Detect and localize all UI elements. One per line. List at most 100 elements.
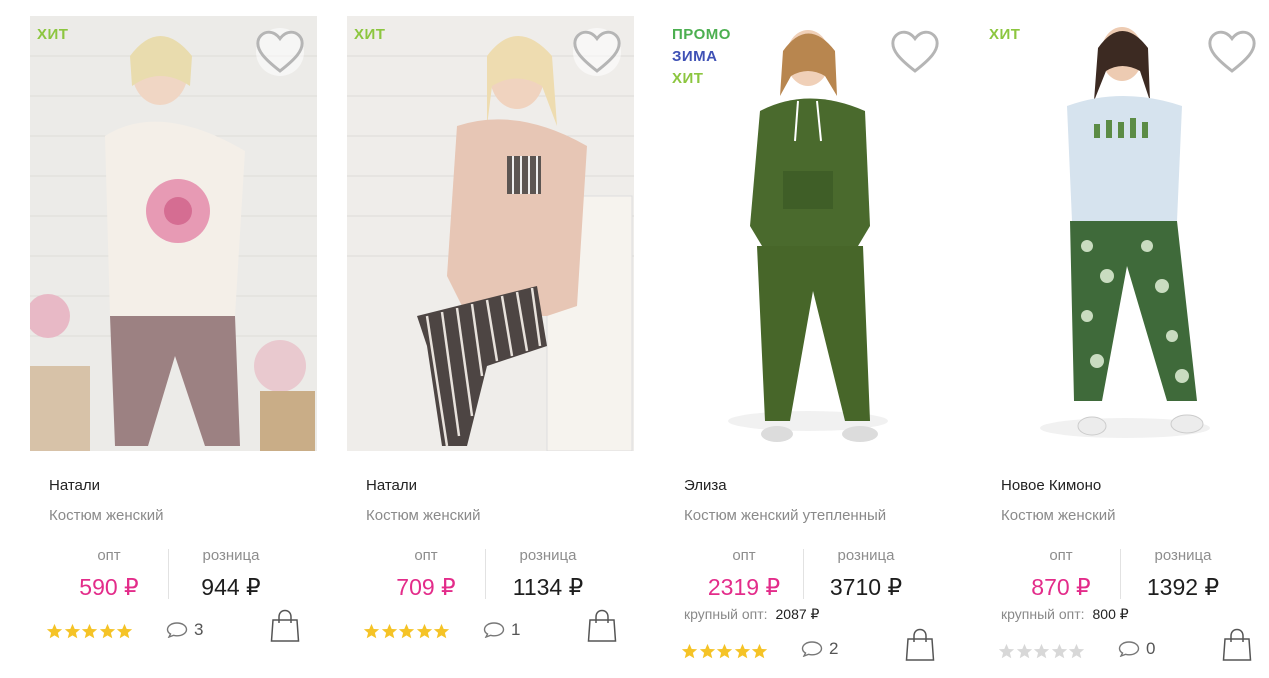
opt-price: 870 ₽ [1031, 574, 1091, 600]
retail-label: розница [837, 547, 895, 564]
opt-label: опт [732, 547, 756, 564]
product-photo[interactable]: ХИТ [30, 16, 317, 451]
product-name[interactable]: Натали [366, 477, 417, 494]
speech-bubble-icon [1118, 641, 1140, 657]
heart-icon [256, 30, 304, 73]
favorite-button[interactable] [573, 28, 621, 76]
star-icon [681, 643, 698, 659]
star-icon [1051, 643, 1067, 659]
bulk-price: 2087 ₽ [775, 606, 820, 622]
product-card[interactable]: ПРОМО ЗИМА ХИТ Элиза Костюм женский утепле… [649, 0, 967, 678]
badge-list: ХИТ [989, 24, 1020, 46]
star-icon [381, 623, 397, 639]
star-icon [734, 643, 750, 659]
price-block: опт 709 ₽ розница 1134 ₽ [366, 546, 636, 606]
badge-label: ХИТ [37, 26, 69, 43]
retail-price: 1392 ₽ [1146, 574, 1220, 600]
star-icon [699, 643, 715, 659]
star-icon [363, 623, 380, 639]
retail-price: 3710 ₽ [829, 574, 903, 600]
retail-price: 1134 ₽ [512, 574, 584, 600]
price-divider [485, 549, 486, 599]
star-icon [64, 623, 80, 639]
heart-icon [1208, 30, 1256, 73]
badge-list: ПРОМО ЗИМА ХИТ [672, 24, 731, 90]
product-photo[interactable]: ПРОМО ЗИМА ХИТ [665, 16, 952, 451]
comments-link[interactable]: 1 [483, 620, 520, 640]
comment-count: 3 [194, 620, 204, 639]
price-block: опт 2319 ₽ розница 3710 ₽ [684, 546, 954, 606]
comment-count: 1 [511, 620, 521, 639]
star-icon [416, 623, 432, 639]
retail-label: розница [202, 547, 260, 564]
price-divider [168, 549, 169, 599]
speech-bubble-icon [483, 622, 505, 638]
star-rating [46, 623, 134, 640]
price-divider [1120, 549, 1121, 599]
retail-price: 944 ₽ [201, 574, 261, 600]
badge-label: ПРОМО [672, 26, 731, 43]
product-name[interactable]: Новое Кимоно [1001, 477, 1101, 494]
opt-price: 2319 ₽ [707, 574, 781, 600]
comment-count: 0 [1146, 639, 1156, 658]
price-divider [803, 549, 804, 599]
badge-list: ХИТ [37, 24, 68, 46]
badge-label: ХИТ [354, 26, 386, 43]
retail-label: розница [1154, 547, 1212, 564]
product-photo[interactable]: ХИТ [347, 16, 634, 451]
bulk-price-row: крупный опт: 2087 ₽ [684, 606, 819, 623]
product-card[interactable]: ХИТ [14, 0, 332, 678]
favorite-button[interactable] [1208, 28, 1256, 76]
product-name[interactable]: Элиза [684, 477, 727, 494]
product-type: Костюм женский утепленный [684, 507, 887, 524]
product-grid: ХИТ Натали Костюм женский опт 590 ₽ розн… [0, 0, 1269, 678]
badge-list: ХИТ [354, 24, 385, 46]
heart-icon [891, 30, 939, 73]
shopping-bag-icon[interactable] [1222, 628, 1252, 662]
product-photo[interactable]: ХИТ [982, 16, 1269, 451]
comments-link[interactable]: 3 [166, 620, 203, 640]
bulk-price-row: крупный опт: 800 ₽ [1001, 606, 1129, 623]
star-icon [46, 623, 63, 639]
comments-link[interactable]: 2 [801, 639, 838, 659]
comment-count: 2 [829, 639, 839, 658]
star-rating [363, 623, 451, 640]
shopping-bag-icon[interactable] [270, 609, 300, 643]
favorite-button[interactable] [256, 28, 304, 76]
opt-price: 709 ₽ [396, 574, 456, 600]
bulk-price: 800 ₽ [1092, 606, 1129, 622]
star-icon [1016, 643, 1032, 659]
comments-link[interactable]: 0 [1118, 639, 1155, 659]
shopping-bag-icon[interactable] [587, 609, 617, 643]
product-card[interactable]: ХИТ [331, 0, 649, 678]
bulk-label: крупный опт: [684, 606, 768, 622]
star-icon [81, 623, 98, 639]
product-card[interactable]: ХИТ Новое Кимоно Костюм женский опт 870 … [966, 0, 1269, 678]
star-rating [681, 643, 769, 660]
product-type: Костюм женский [366, 507, 481, 524]
product-type: Костюм женский [1001, 507, 1116, 524]
opt-label: опт [414, 547, 438, 564]
product-name[interactable]: Натали [49, 477, 100, 494]
badge-label: ХИТ [989, 26, 1021, 43]
price-block: опт 870 ₽ розница 1392 ₽ [1001, 546, 1269, 606]
badge-label: ЗИМА [672, 48, 718, 65]
star-rating [998, 643, 1086, 660]
shopping-bag-icon[interactable] [905, 628, 935, 662]
favorite-button[interactable] [891, 28, 939, 76]
retail-label: розница [519, 547, 577, 564]
opt-label: опт [1049, 547, 1073, 564]
star-icon [751, 643, 768, 659]
star-icon [716, 643, 733, 659]
price-block: опт 590 ₽ розница 944 ₽ [49, 546, 319, 606]
star-icon [1033, 643, 1050, 659]
speech-bubble-icon [166, 622, 188, 638]
star-icon [116, 623, 133, 639]
bulk-label: крупный опт: [1001, 606, 1085, 622]
star-icon [433, 623, 450, 639]
star-icon [998, 643, 1015, 659]
star-icon [398, 623, 415, 639]
opt-label: опт [97, 547, 121, 564]
heart-icon [573, 30, 621, 73]
speech-bubble-icon [801, 641, 823, 657]
